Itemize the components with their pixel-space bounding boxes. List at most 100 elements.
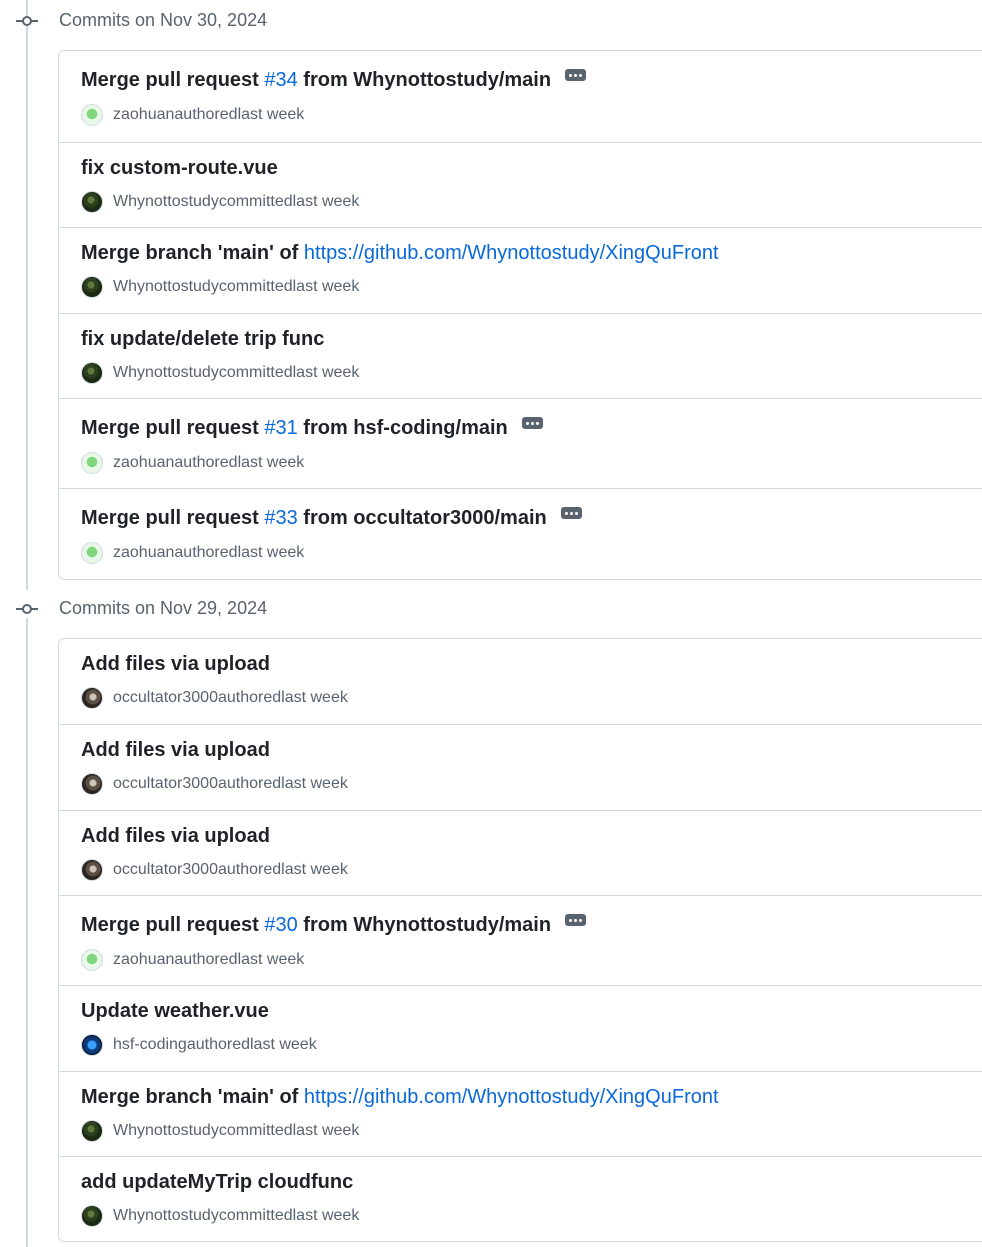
commit-title[interactable]: Merge pull request #33 from occultator30… [81, 506, 582, 530]
commit-message-text[interactable]: add updateMyTrip cloudfunc [81, 1171, 353, 1193]
commit-message-text[interactable]: Merge pull request [81, 507, 264, 529]
commit-title[interactable]: Add files via upload [81, 739, 270, 762]
commit-message[interactable]: Add files via upload [81, 825, 270, 848]
ellipsis-expand-button[interactable] [521, 416, 543, 429]
avatar[interactable] [81, 542, 103, 564]
ellipsis-expand-button[interactable] [565, 913, 587, 926]
commit-message[interactable]: Update weather.vue [81, 1000, 269, 1023]
repo-link[interactable]: https://github.com/Whynottostudy/XingQuF… [304, 242, 719, 264]
commit-meta: zaohuan authored last week [81, 452, 304, 474]
pull-request-link[interactable]: #31 [264, 417, 297, 439]
commit-message-text[interactable]: fix update/delete trip func [81, 328, 324, 350]
avatar[interactable] [81, 1120, 103, 1142]
avatar[interactable] [81, 949, 103, 971]
pull-request-link[interactable]: #30 [264, 914, 297, 936]
commit-title[interactable]: fix custom-route.vue [81, 157, 278, 180]
commit-row: add updateMyTrip cloudfunc Whynottostudy … [59, 1156, 982, 1241]
avatar[interactable] [81, 452, 103, 474]
commit-meta: hsf-coding authored last week [81, 1034, 317, 1056]
author-link[interactable]: occultator3000 [113, 689, 218, 707]
commit-message-text[interactable]: Update weather.vue [81, 1000, 269, 1022]
avatar[interactable] [81, 191, 103, 213]
avatar[interactable] [81, 773, 103, 795]
avatar[interactable] [81, 104, 103, 126]
commit-meta: Whynottostudy committed last week [81, 1120, 359, 1142]
commit-title[interactable]: Merge branch 'main' of https://github.co… [81, 242, 719, 265]
commit-time: last week [237, 544, 305, 561]
commit-meta: occultator3000 authored last week [81, 859, 348, 881]
commit-message-text[interactable]: from Whynottostudy/main [298, 914, 551, 936]
pull-request-link[interactable]: #34 [264, 69, 297, 91]
commit-message-text[interactable]: Merge pull request [81, 69, 264, 91]
commit-message-text[interactable]: Merge pull request [81, 417, 264, 439]
avatar[interactable] [81, 859, 103, 881]
commit-message[interactable]: Add files via upload [81, 653, 270, 676]
author-link[interactable]: occultator3000 [113, 861, 218, 879]
commit-row: Update weather.vue hsf-coding authored la… [59, 985, 982, 1071]
commit-message-text[interactable]: from occultator3000/main [298, 507, 546, 529]
commit-title[interactable]: Merge pull request #30 from Whynottostud… [81, 913, 587, 937]
commit-message[interactable]: Merge pull request #33 from occultator30… [81, 507, 547, 530]
repo-link[interactable]: https://github.com/Whynottostudy/XingQuF… [304, 1086, 719, 1108]
commit-meta: Whynottostudy committed last week [81, 362, 359, 384]
commit-message-text[interactable]: from hsf-coding/main [298, 417, 507, 439]
commit-title[interactable]: Add files via upload [81, 825, 270, 848]
commit-title[interactable]: add updateMyTrip cloudfunc [81, 1171, 353, 1194]
author-link[interactable]: occultator3000 [113, 775, 218, 793]
author-link[interactable]: Whynottostudy [113, 1207, 219, 1225]
commit-message-text[interactable]: Merge branch 'main' of [81, 242, 304, 264]
pull-request-link[interactable]: #33 [264, 507, 297, 529]
author-link[interactable]: Whynottostudy [113, 278, 219, 296]
commit-message-text[interactable]: from Whynottostudy/main [298, 69, 551, 91]
commit-title[interactable]: fix update/delete trip func [81, 328, 324, 351]
commit-message[interactable]: fix update/delete trip func [81, 328, 324, 351]
author-link[interactable]: Whynottostudy [113, 193, 219, 211]
avatar[interactable] [81, 362, 103, 384]
commit-message-text[interactable]: fix custom-route.vue [81, 157, 278, 179]
commit-action: committed [218, 278, 293, 295]
author-link[interactable]: zaohuan [113, 544, 174, 562]
commit-message[interactable]: Merge branch 'main' of https://github.co… [81, 1086, 719, 1109]
author-link[interactable]: Whynottostudy [113, 1122, 219, 1140]
commit-meta: Whynottostudy committed last week [81, 1205, 359, 1227]
commit-meta: occultator3000 authored last week [81, 687, 348, 709]
commit-message-text[interactable]: Add files via upload [81, 739, 270, 761]
commit-title[interactable]: Merge branch 'main' of https://github.co… [81, 1086, 719, 1109]
avatar[interactable] [81, 687, 103, 709]
commit-title[interactable]: Update weather.vue [81, 1000, 269, 1023]
commit-message-text[interactable]: Merge branch 'main' of [81, 1086, 304, 1108]
commit-time: last week [292, 278, 360, 295]
timeline-line [26, 0, 28, 590]
commit-title[interactable]: Merge pull request #34 from Whynottostud… [81, 68, 587, 92]
commit-message[interactable]: add updateMyTrip cloudfunc [81, 1171, 353, 1194]
commit-message[interactable]: fix custom-route.vue [81, 157, 278, 180]
commit-title[interactable]: Merge pull request #31 from hsf-coding/m… [81, 416, 543, 440]
commit-title[interactable]: Add files via upload [81, 653, 270, 676]
commit-group-date: Commits on Nov 29, 2024 [59, 598, 268, 618]
avatar[interactable] [81, 276, 103, 298]
commit-message-text[interactable]: Merge pull request [81, 914, 264, 936]
commit-list: Merge pull request #34 from Whynottostud… [58, 50, 982, 580]
commit-message[interactable]: Merge pull request #34 from Whynottostud… [81, 69, 551, 92]
author-link[interactable]: zaohuan [113, 454, 174, 472]
author-link[interactable]: Whynottostudy [113, 364, 219, 382]
git-commit-icon [16, 13, 38, 29]
commit-meta: Whynottostudy committed last week [81, 191, 359, 213]
commit-message[interactable]: Merge pull request #30 from Whynottostud… [81, 914, 551, 937]
avatar[interactable] [81, 1205, 103, 1227]
avatar[interactable] [81, 1034, 103, 1056]
commit-message[interactable]: Merge branch 'main' of https://github.co… [81, 242, 719, 265]
commit-message[interactable]: Merge pull request #31 from hsf-coding/m… [81, 417, 508, 440]
ellipsis-expand-button[interactable] [565, 68, 587, 81]
commit-time: last week [292, 1207, 360, 1224]
author-link[interactable]: zaohuan [113, 951, 174, 969]
commit-row: Merge pull request #34 from Whynottostud… [59, 51, 982, 142]
commit-message[interactable]: Add files via upload [81, 739, 270, 762]
commit-row: Merge pull request #31 from hsf-coding/m… [59, 398, 982, 488]
author-link[interactable]: hsf-coding [113, 1036, 187, 1054]
commit-time: last week [237, 951, 305, 968]
commit-message-text[interactable]: Add files via upload [81, 653, 270, 675]
commit-message-text[interactable]: Add files via upload [81, 825, 270, 847]
ellipsis-expand-button[interactable] [560, 506, 582, 519]
author-link[interactable]: zaohuan [113, 106, 174, 124]
